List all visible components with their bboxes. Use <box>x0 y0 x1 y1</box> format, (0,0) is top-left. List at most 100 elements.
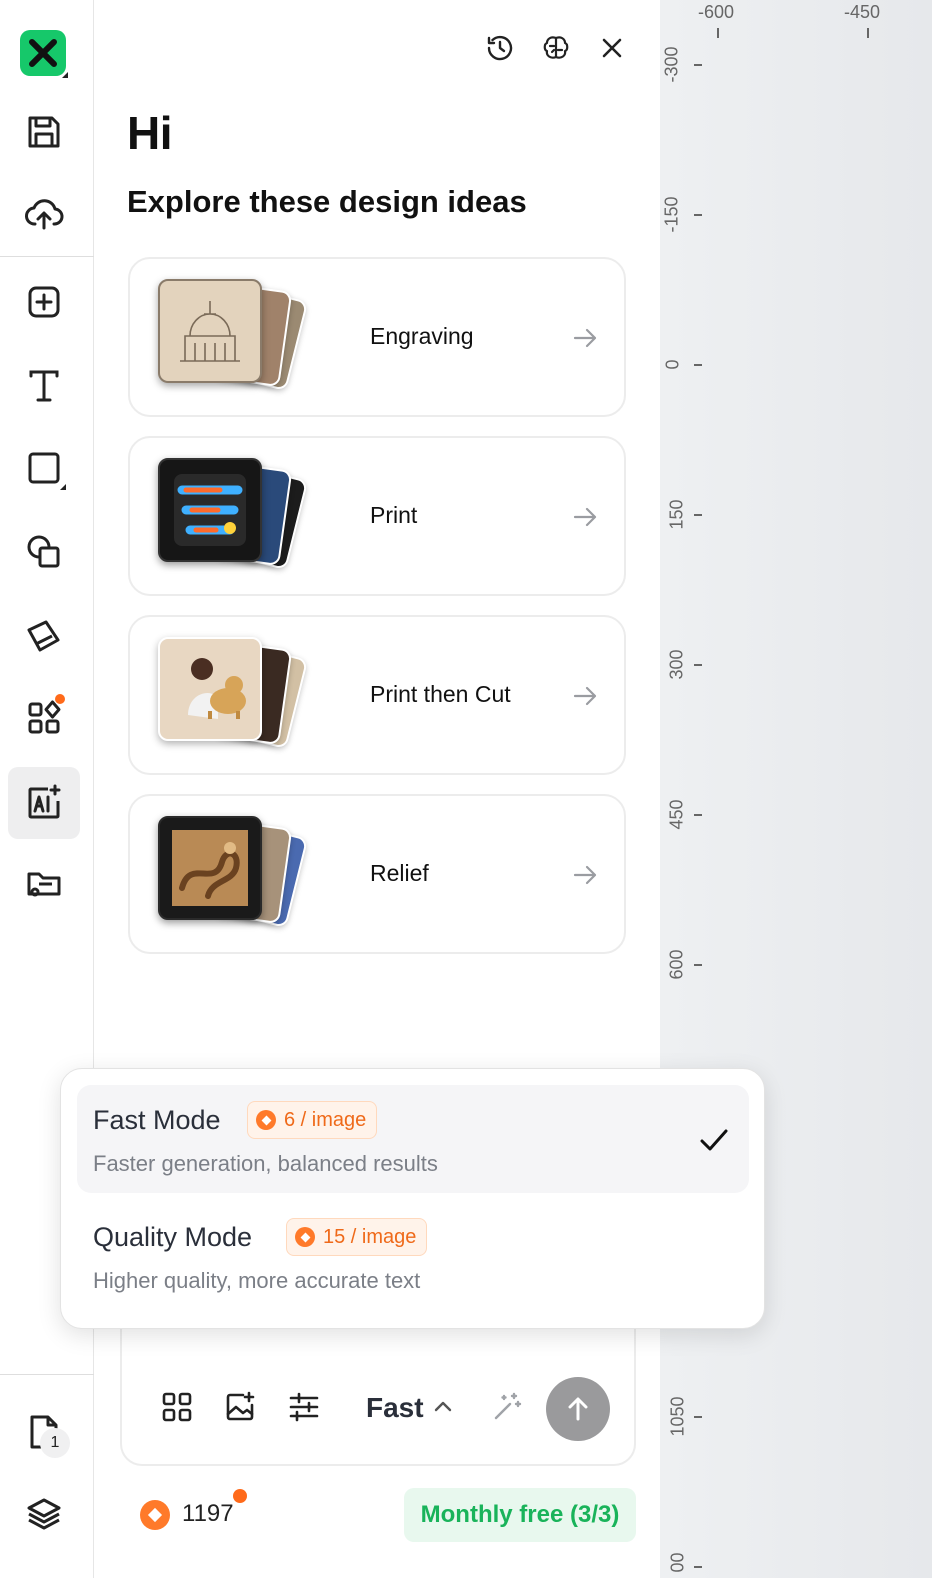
save-icon <box>28 116 60 148</box>
idea-card-relief[interactable]: Relief <box>128 794 626 954</box>
monthly-free-badge[interactable]: Monthly free (3/3) <box>404 1488 636 1542</box>
logo-menu-indicator <box>62 72 68 78</box>
print-then-cut-thumbnails <box>158 637 318 757</box>
copy-shapes-icon <box>27 535 60 568</box>
chevron-up-icon[interactable] <box>432 1396 454 1418</box>
apps-notification-dot <box>55 694 65 704</box>
ruler-tick <box>694 1566 702 1568</box>
folder-icon <box>27 872 61 897</box>
mode-dropdown: Fast Mode 6 / image Faster generation, b… <box>60 1068 765 1329</box>
page-count-badge: 1 <box>40 1428 70 1458</box>
save-button[interactable] <box>8 96 80 168</box>
ruler-side-label: 0 <box>662 359 683 370</box>
ruler-tick <box>694 1416 702 1418</box>
card-label: Print then Cut <box>370 681 511 707</box>
cloud-upload-icon <box>25 199 64 230</box>
idea-card-engraving[interactable]: Engraving <box>128 257 626 417</box>
arrow-right-icon <box>573 686 597 706</box>
copy-shapes-button[interactable] <box>8 516 80 588</box>
cost-text: 15 / image <box>323 1225 417 1248</box>
ruler-tick <box>694 814 702 816</box>
coin-icon <box>295 1227 315 1247</box>
ruler-tick <box>694 514 702 516</box>
toolbar-divider <box>0 256 94 257</box>
ruler-tick <box>694 364 702 366</box>
history-icon <box>487 35 513 61</box>
card-label: Print <box>370 502 418 528</box>
ruler-tick <box>694 214 702 216</box>
arrow-up-icon <box>568 1397 588 1421</box>
engraving-thumbnail <box>158 279 262 383</box>
logo-x-icon <box>29 39 57 67</box>
ruler-tick <box>867 28 869 38</box>
ai-generate-button[interactable] <box>8 767 80 839</box>
relief-thumbnails <box>158 816 318 936</box>
credits-coin-icon <box>140 1500 170 1530</box>
ruler-side-label: 150 <box>666 499 687 530</box>
ai-image-icon <box>28 784 61 819</box>
apps-button[interactable] <box>8 682 80 754</box>
shape-tool-button[interactable] <box>8 432 80 504</box>
ruler-side-label: 300 <box>666 649 687 680</box>
ruler-tick <box>694 964 702 966</box>
shape-menu-indicator <box>60 484 66 490</box>
engraving-thumbnails <box>158 279 318 399</box>
ruler-side-label: 450 <box>666 799 687 830</box>
layers-button[interactable] <box>8 1478 80 1550</box>
materials-button[interactable] <box>8 600 80 672</box>
templates-grid-icon[interactable] <box>160 1390 194 1424</box>
history-button[interactable] <box>482 30 518 66</box>
arrow-right-icon <box>573 865 597 885</box>
magic-wand-icon[interactable] <box>490 1390 524 1424</box>
text-tool-button[interactable] <box>8 350 80 422</box>
print-then-cut-thumbnail <box>158 637 262 741</box>
fast-mode-option[interactable]: Fast Mode 6 / image Faster generation, b… <box>77 1085 749 1193</box>
ruler-side-label: 600 <box>666 949 687 980</box>
folder-button[interactable] <box>8 848 80 920</box>
apps-icon <box>28 700 61 734</box>
brain-icon <box>543 36 569 59</box>
credits-balance[interactable]: 1197 <box>182 1500 234 1528</box>
cost-badge: 6 / image <box>247 1101 378 1139</box>
square-icon <box>28 452 60 484</box>
ruler-side-label: -300 <box>661 46 682 83</box>
toolbar-divider-bottom <box>0 1374 94 1375</box>
ruler-tick <box>694 664 702 666</box>
mode-title: Quality Mode <box>93 1222 253 1252</box>
ruler-top-label: -600 <box>698 2 735 22</box>
plus-square-icon <box>28 286 60 318</box>
app-logo[interactable] <box>20 30 66 76</box>
quality-mode-option[interactable]: Quality Mode 15 / image Higher quality, … <box>77 1202 749 1310</box>
settings-sliders-icon[interactable] <box>287 1390 321 1424</box>
send-button[interactable] <box>546 1377 610 1441</box>
text-icon <box>29 370 59 402</box>
card-label: Relief <box>370 860 429 886</box>
ruler-side-label: -150 <box>661 196 682 233</box>
add-button[interactable] <box>8 266 80 338</box>
close-button[interactable] <box>594 30 630 66</box>
close-icon <box>602 38 622 58</box>
idea-card-print[interactable]: Print <box>128 436 626 596</box>
print-thumbnails <box>158 458 318 578</box>
arrow-right-icon <box>573 507 597 527</box>
mode-selector-label[interactable]: Fast <box>366 1392 424 1424</box>
relief-thumbnail <box>158 816 262 920</box>
card-label: Engraving <box>370 323 474 349</box>
coin-icon <box>256 1110 276 1130</box>
ruler-tick <box>717 28 719 38</box>
greeting: Hi <box>127 107 173 159</box>
idea-card-print-then-cut[interactable]: Print then Cut <box>128 615 626 775</box>
ruler-tick <box>694 64 702 66</box>
ruler-top-label: -450 <box>844 2 881 22</box>
upload-button[interactable] <box>8 178 80 250</box>
section-title: Explore these design ideas <box>127 184 527 219</box>
credits-notification-dot <box>233 1489 247 1503</box>
mode-description: Higher quality, more accurate text <box>93 1268 421 1293</box>
ruler-side-label: 1050 <box>667 1396 688 1437</box>
left-toolbar: 1 <box>0 0 94 1578</box>
brain-button[interactable] <box>538 30 574 66</box>
add-image-icon[interactable] <box>223 1390 257 1424</box>
materials-icon <box>27 620 60 652</box>
cost-badge: 15 / image <box>286 1218 428 1256</box>
checkmark-icon <box>700 1129 728 1151</box>
